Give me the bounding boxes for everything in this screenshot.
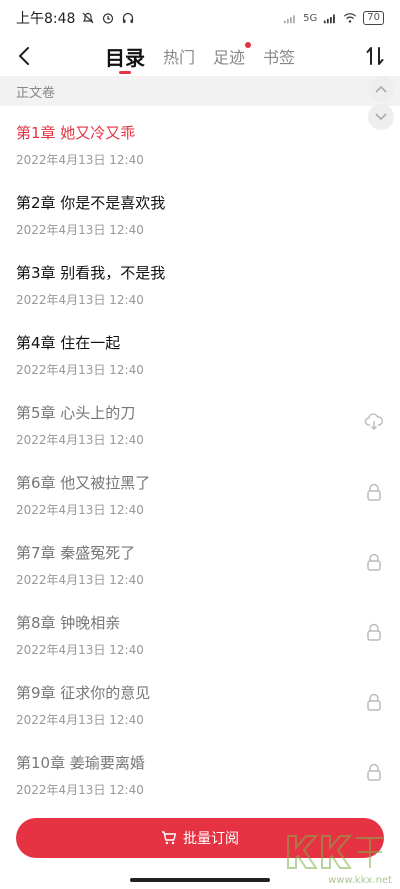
chapter-date: 2022年4月13日 12:40: [16, 223, 144, 237]
tab-bookmarks-label: 书签: [263, 48, 296, 67]
chevron-up-icon: [375, 85, 387, 93]
alarm-icon: [101, 11, 115, 25]
tab-catalog[interactable]: 目录: [105, 36, 145, 76]
back-button[interactable]: [10, 40, 38, 72]
home-indicator[interactable]: [130, 878, 270, 882]
chapter-item-6[interactable]: 第6章 他又被拉黑了 2022年4月13日 12:40: [0, 456, 400, 526]
lock-icon: [367, 623, 381, 641]
chapter-item-7[interactable]: 第7章 秦盛冤死了 2022年4月13日 12:40: [0, 526, 400, 596]
chapter-date: 2022年4月13日 12:40: [16, 433, 144, 447]
headphones-icon: [121, 11, 135, 25]
batch-subscribe-label: 批量订阅: [183, 831, 239, 847]
lock-icon: [367, 763, 381, 781]
tab-history-label: 足迹: [213, 48, 246, 67]
tab-bar: 目录 热门 足迹 书签: [105, 36, 313, 76]
chapter-title: 第4章 住在一起: [16, 334, 121, 352]
mute-bell-icon: [81, 11, 95, 25]
sort-button[interactable]: [360, 40, 390, 72]
chapter-title: 第5章 心头上的刀: [16, 404, 136, 422]
lock-icon: [367, 693, 381, 711]
chapter-item-3[interactable]: 第3章 别看我，不是我 2022年4月13日 12:40: [0, 246, 400, 316]
chapter-title: 第8章 钟晚相亲: [16, 614, 121, 632]
watermark-text: www.kkx.net: [328, 875, 392, 886]
watermark-logo-icon: [287, 835, 384, 869]
section-header: 正文卷: [0, 76, 400, 106]
chapter-list: 第1章 她又冷又乖 2022年4月13日 12:40 第2章 你是不是喜欢我 2…: [0, 106, 400, 806]
chapter-title: 第10章 姜瑜要离婚: [16, 754, 145, 772]
chevron-left-icon: [19, 47, 29, 65]
chapter-date: 2022年4月13日 12:40: [16, 293, 144, 307]
status-time: 上午8:48: [16, 11, 76, 27]
chapter-date: 2022年4月13日 12:40: [16, 503, 144, 517]
chapter-date: 2022年4月13日 12:40: [16, 153, 144, 167]
section-title: 正文卷: [16, 85, 56, 101]
status-right: 5G 70: [283, 11, 384, 25]
network-type: 5G: [303, 12, 318, 24]
notification-dot: [245, 42, 252, 48]
chapter-date: 2022年4月13日 12:40: [16, 573, 144, 587]
chapter-item-5[interactable]: 第5章 心头上的刀 2022年4月13日 12:40: [0, 386, 400, 456]
cart-icon: [162, 831, 177, 845]
chapter-date: 2022年4月13日 12:40: [16, 783, 144, 797]
signal-strong-icon: [323, 11, 337, 25]
tab-catalog-label: 目录: [105, 45, 145, 70]
tab-history[interactable]: 足迹: [213, 36, 252, 76]
lock-icon: [367, 483, 381, 501]
sort-order-icon: [366, 47, 384, 65]
status-bar: 上午8:48 5G 70: [0, 0, 400, 36]
chapter-title: 第6章 他又被拉黑了: [16, 474, 151, 492]
chapter-item-8[interactable]: 第8章 钟晚相亲 2022年4月13日 12:40: [0, 596, 400, 666]
chapter-item-4[interactable]: 第4章 住在一起 2022年4月13日 12:40: [0, 316, 400, 386]
chapter-item-1[interactable]: 第1章 她又冷又乖 2022年4月13日 12:40: [0, 106, 400, 176]
scroll-up-button[interactable]: [368, 76, 394, 102]
chapter-item-10[interactable]: 第10章 姜瑜要离婚 2022年4月13日 12:40: [0, 736, 400, 806]
chapter-title: 第9章 征求你的意见: [16, 684, 151, 702]
top-nav: 目录 热门 足迹 书签: [0, 36, 400, 76]
wifi-icon: [343, 11, 357, 25]
chapter-date: 2022年4月13日 12:40: [16, 713, 144, 727]
signal-weak-icon: [283, 11, 297, 25]
chapter-item-2[interactable]: 第2章 你是不是喜欢我 2022年4月13日 12:40: [0, 176, 400, 246]
chapter-item-9[interactable]: 第9章 征求你的意见 2022年4月13日 12:40: [0, 666, 400, 736]
chapter-date: 2022年4月13日 12:40: [16, 363, 144, 377]
tab-popular-label: 热门: [163, 48, 196, 67]
chapter-title: 第2章 你是不是喜欢我: [16, 194, 166, 212]
chapter-date: 2022年4月13日 12:40: [16, 643, 144, 657]
chapter-title: 第3章 别看我，不是我: [16, 264, 166, 282]
tab-popular[interactable]: 热门: [163, 36, 195, 76]
tab-bookmarks[interactable]: 书签: [263, 36, 295, 76]
chapter-title: 第7章 秦盛冤死了: [16, 544, 136, 562]
cloud-download-icon: [364, 413, 383, 430]
lock-icon: [367, 553, 381, 571]
battery-indicator: 70: [363, 11, 384, 25]
chapter-title: 第1章 她又冷又乖: [16, 124, 136, 142]
status-left: 上午8:48: [16, 8, 135, 28]
site-watermark: www.kkx.net: [282, 830, 392, 886]
